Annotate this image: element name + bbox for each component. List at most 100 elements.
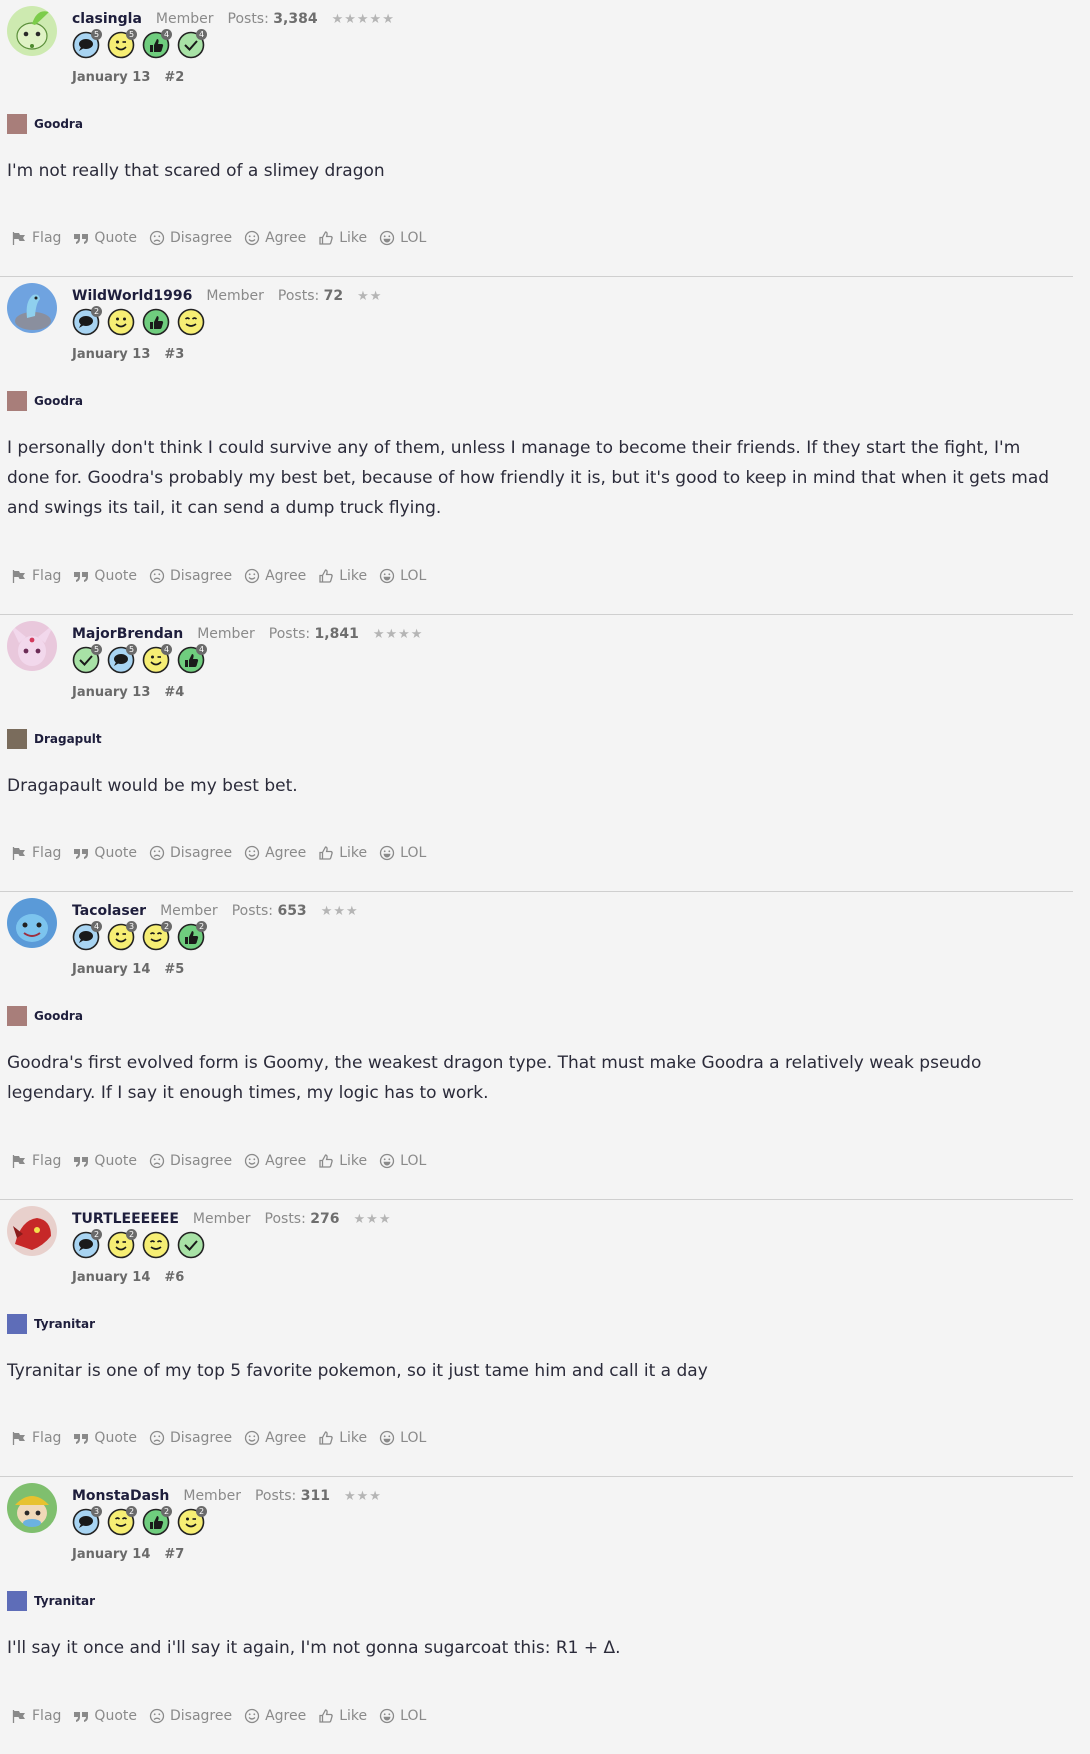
quote-button[interactable]: Quote: [73, 845, 137, 861]
user-badges: 2: [72, 306, 205, 336]
agree-button[interactable]: Agree: [244, 568, 306, 584]
agree-button[interactable]: Agree: [244, 230, 306, 246]
quote-icon: [73, 1430, 89, 1446]
speech-bubble-icon[interactable]: 2: [72, 306, 102, 336]
disagree-button[interactable]: Disagree: [149, 1708, 232, 1724]
smile-icon[interactable]: [107, 308, 135, 336]
flag-button[interactable]: Flag: [11, 1430, 61, 1446]
like-button[interactable]: Like: [318, 1708, 367, 1724]
smile-wink-icon[interactable]: 5: [107, 29, 137, 59]
disagree-button[interactable]: Disagree: [149, 845, 232, 861]
wooper-avatar[interactable]: [7, 898, 57, 948]
action-label: LOL: [400, 845, 427, 861]
character-avatar[interactable]: [7, 1483, 57, 1533]
quote-icon: [73, 1153, 89, 1169]
quote-icon: [73, 845, 89, 861]
lol-button[interactable]: LOL: [379, 230, 426, 246]
quote-button[interactable]: Quote: [73, 1153, 137, 1169]
post-date[interactable]: January 14: [72, 1270, 150, 1285]
check-icon[interactable]: [177, 1231, 205, 1259]
agree-button[interactable]: Agree: [244, 1430, 306, 1446]
agree-button[interactable]: Agree: [244, 1153, 306, 1169]
username[interactable]: WildWorld1996: [72, 288, 192, 304]
wink-icon[interactable]: [177, 308, 205, 336]
wink-icon[interactable]: 2: [107, 1506, 137, 1536]
lapras-avatar[interactable]: [7, 283, 57, 333]
smile-wink-icon[interactable]: 2: [177, 1506, 207, 1536]
user-role: Member: [155, 11, 214, 27]
lol-button[interactable]: LOL: [379, 568, 426, 584]
lol-button[interactable]: LOL: [379, 1153, 426, 1169]
action-label: Quote: [94, 568, 137, 584]
flag-button[interactable]: Flag: [11, 230, 61, 246]
post-date[interactable]: January 14: [72, 962, 150, 977]
agree-button[interactable]: Agree: [244, 1708, 306, 1724]
espeon-avatar[interactable]: [7, 621, 57, 671]
post-number[interactable]: #7: [164, 1547, 184, 1562]
speech-bubble-icon[interactable]: 5: [72, 29, 102, 59]
post-date-line: January 13 #4: [72, 685, 184, 700]
post-date[interactable]: January 13: [72, 70, 150, 85]
lol-button[interactable]: LOL: [379, 845, 426, 861]
post-number[interactable]: #4: [164, 685, 184, 700]
disagree-button[interactable]: Disagree: [149, 1430, 232, 1446]
flag-button[interactable]: Flag: [11, 845, 61, 861]
post-meta: MajorBrendan Member Posts: 1,841 ★★★★: [72, 626, 423, 642]
post-date[interactable]: January 13: [72, 347, 150, 362]
flair-swatch: [7, 1591, 27, 1611]
username[interactable]: MajorBrendan: [72, 626, 183, 642]
like-button[interactable]: Like: [318, 1430, 367, 1446]
post-date[interactable]: January 14: [72, 1547, 150, 1562]
username[interactable]: clasingla: [72, 11, 142, 27]
post-date[interactable]: January 13: [72, 685, 150, 700]
like-button[interactable]: Like: [318, 230, 367, 246]
quote-button[interactable]: Quote: [73, 230, 137, 246]
post-number[interactable]: #6: [164, 1270, 184, 1285]
disagree-button[interactable]: Disagree: [149, 1153, 232, 1169]
quote-button[interactable]: Quote: [73, 568, 137, 584]
speech-bubble-icon[interactable]: 4: [72, 921, 102, 951]
wink-icon[interactable]: 2: [142, 921, 172, 951]
action-label: Disagree: [169, 230, 233, 246]
smile-wink-icon[interactable]: 4: [142, 644, 172, 674]
quote-button[interactable]: Quote: [73, 1708, 137, 1724]
post-number[interactable]: #2: [164, 70, 184, 85]
like-button[interactable]: Like: [318, 1153, 367, 1169]
flag-button[interactable]: Flag: [11, 1153, 61, 1169]
thumbs-up-outline-icon: [318, 230, 334, 246]
like-button[interactable]: Like: [318, 845, 367, 861]
quote-button[interactable]: Quote: [73, 1430, 137, 1446]
speech-bubble-icon[interactable]: 5: [107, 644, 137, 674]
thumbs-up-icon[interactable]: [142, 308, 170, 336]
username[interactable]: Tacolaser: [72, 903, 146, 919]
speech-bubble-icon[interactable]: 2: [72, 1229, 102, 1259]
thumbs-up-icon[interactable]: 4: [177, 644, 207, 674]
thumbs-up-icon[interactable]: 4: [142, 29, 172, 59]
disagree-button[interactable]: Disagree: [149, 230, 232, 246]
thumbs-up-icon[interactable]: 2: [177, 921, 207, 951]
check-icon[interactable]: 5: [72, 644, 102, 674]
agree-button[interactable]: Agree: [244, 845, 306, 861]
lol-button[interactable]: LOL: [379, 1430, 426, 1446]
smile-wink-icon[interactable]: 3: [107, 921, 137, 951]
check-icon[interactable]: 4: [177, 29, 207, 59]
speech-bubble-icon[interactable]: 3: [72, 1506, 102, 1536]
scizor-avatar[interactable]: [7, 1206, 57, 1256]
wink-icon[interactable]: [142, 1231, 170, 1259]
post-number[interactable]: #5: [164, 962, 184, 977]
thumbs-up-icon[interactable]: 2: [142, 1506, 172, 1536]
action-label: Agree: [265, 1708, 307, 1724]
username[interactable]: MonstaDash: [72, 1488, 169, 1504]
flair-label: Tyranitar: [34, 1317, 96, 1331]
chikorita-avatar[interactable]: [7, 6, 57, 56]
flag-button[interactable]: Flag: [11, 1708, 61, 1724]
post-number[interactable]: #3: [164, 347, 184, 362]
like-button[interactable]: Like: [318, 568, 367, 584]
post-meta: TURTLEEEEEE Member Posts: 276 ★★★: [72, 1211, 391, 1227]
flag-button[interactable]: Flag: [11, 568, 61, 584]
flair-label: Dragapult: [34, 732, 102, 746]
disagree-button[interactable]: Disagree: [149, 568, 232, 584]
lol-button[interactable]: LOL: [379, 1708, 426, 1724]
smile-wink-icon[interactable]: 2: [107, 1229, 137, 1259]
username[interactable]: TURTLEEEEEE: [72, 1211, 179, 1227]
